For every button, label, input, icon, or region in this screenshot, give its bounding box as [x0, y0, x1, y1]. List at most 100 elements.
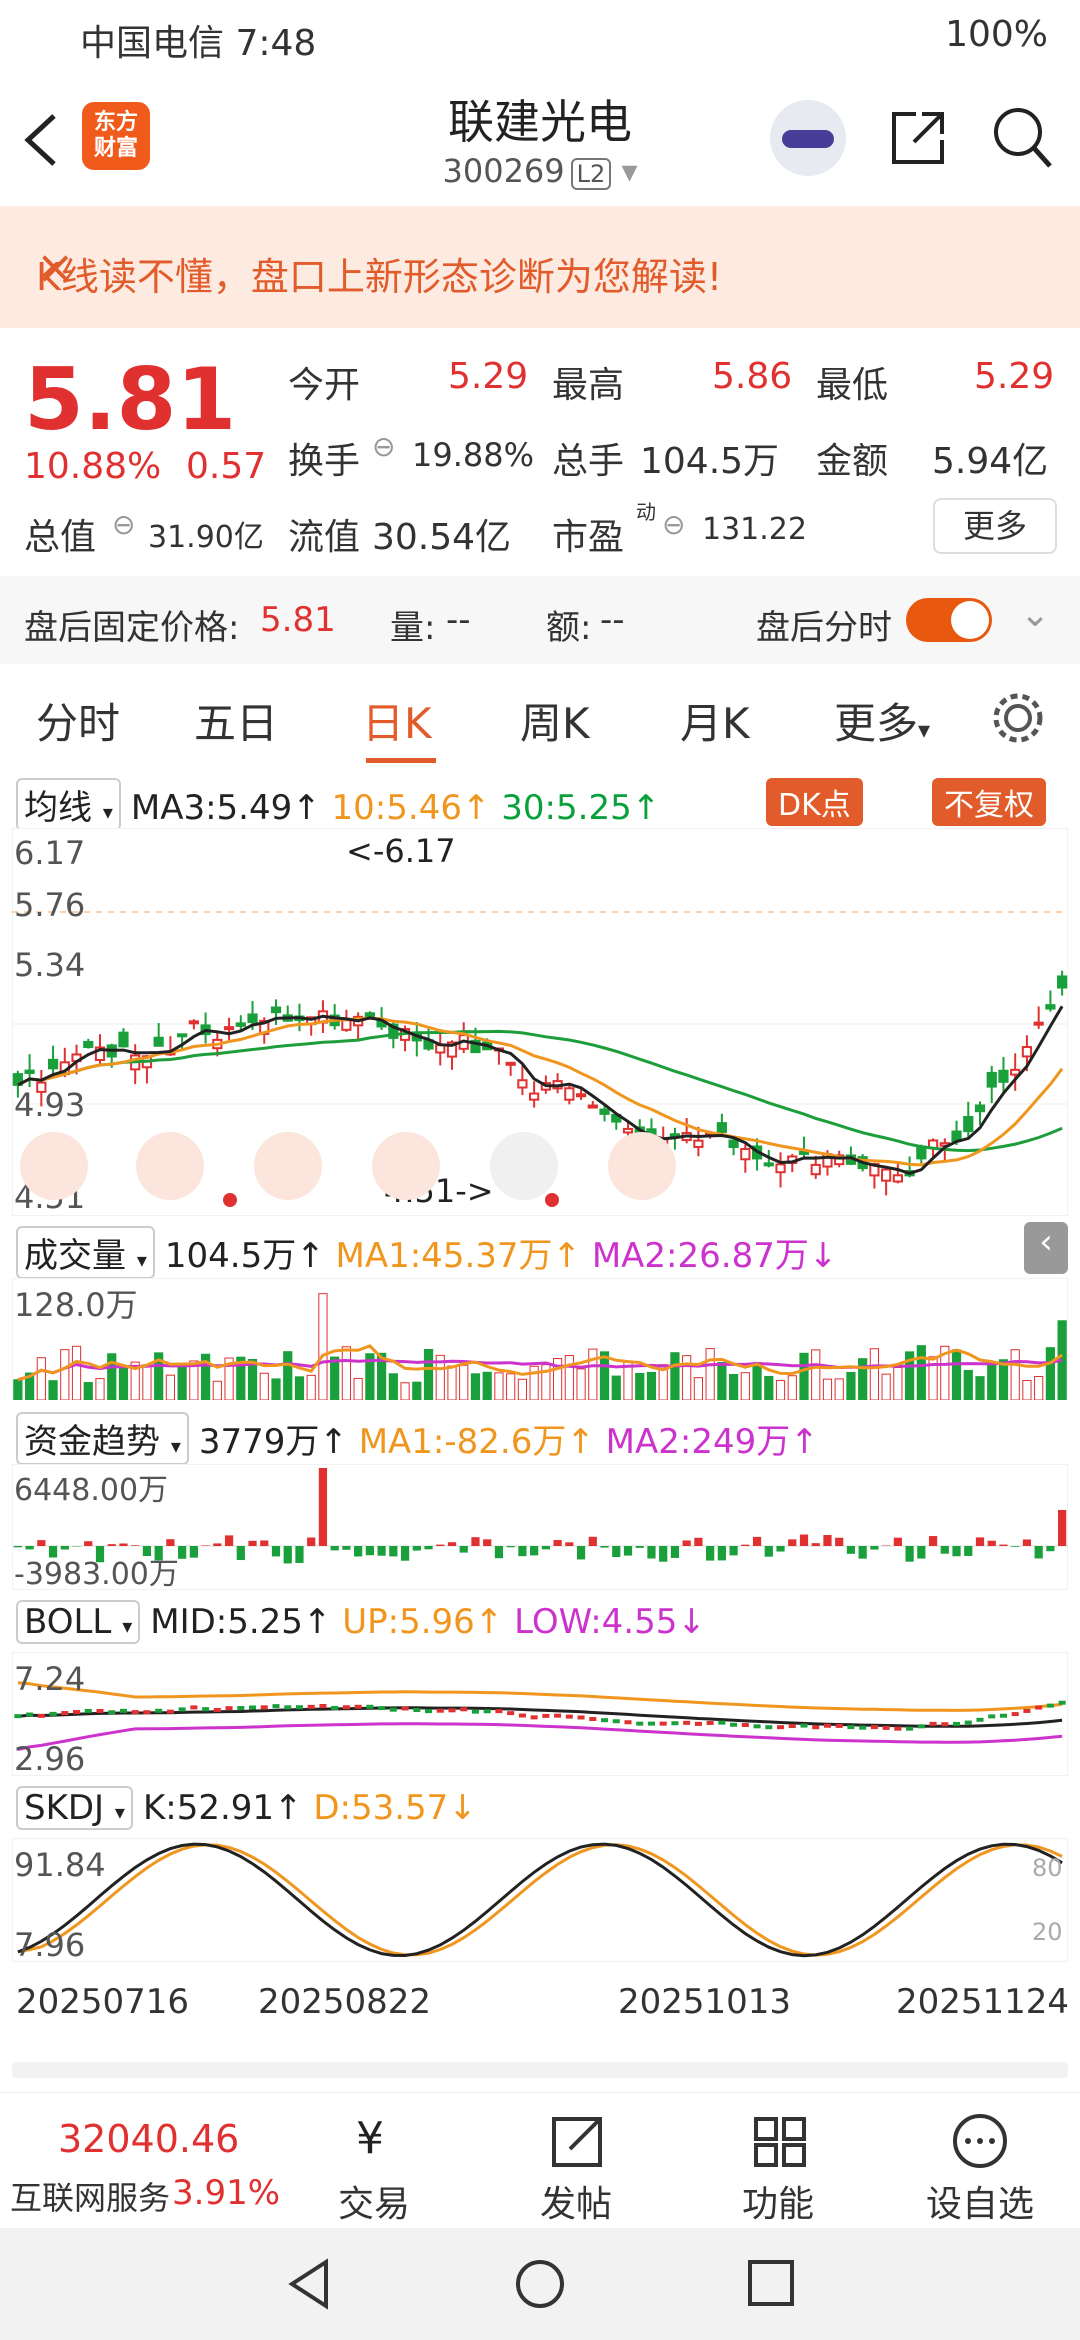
afterhours-toggle[interactable] [906, 598, 992, 642]
skdj-selector[interactable]: SKDJ ▾ [16, 1786, 133, 1830]
capflow-bar [119, 1543, 128, 1546]
capflow-bar [893, 1537, 902, 1546]
skdj-ref-20: 20 [1032, 1918, 1063, 1946]
dk-point-button[interactable]: DK点 [766, 778, 863, 826]
adjust-button[interactable]: 不复权 [932, 778, 1046, 826]
capflow-bar [706, 1546, 715, 1561]
capflow-bar [846, 1546, 856, 1554]
trade-icon[interactable]: ¥ [340, 2113, 400, 2169]
volume-chart[interactable]: 128.0万 [12, 1278, 1068, 1400]
tab-yuek[interactable]: 月K [680, 690, 750, 751]
add-watchlist-button[interactable]: 设自选 [926, 2175, 1034, 2227]
capflow-bar [788, 1539, 797, 1546]
nav-recents-icon[interactable] [746, 2258, 796, 2310]
info-icon[interactable]: ⊖ [372, 430, 395, 463]
collapse-icon[interactable]: ‹ [1024, 1222, 1068, 1274]
chevron-down-icon[interactable]: ⌄ [1020, 594, 1050, 635]
boll-candle [683, 1720, 691, 1725]
capflow-selector[interactable]: 资金趋势 ▾ [16, 1412, 189, 1465]
post-button[interactable]: 发帖 [540, 2175, 612, 2227]
volume-bar [388, 1373, 398, 1400]
capflow-bar [964, 1546, 973, 1556]
watchlist-icon[interactable] [950, 2111, 1010, 2171]
boll-low: LOW:4.55 [514, 1602, 678, 1642]
trade-button[interactable]: 交易 [338, 2175, 410, 2227]
function-icon[interactable] [750, 2113, 810, 2169]
boll-candle [1011, 1712, 1019, 1717]
tab-fenshi[interactable]: 分时 [36, 690, 120, 751]
nav-back-icon[interactable] [284, 2258, 334, 2310]
high-value: 5.86 [712, 356, 793, 397]
boll-selector[interactable]: BOLL ▾ [16, 1600, 141, 1644]
tab-zhouk[interactable]: 周K [520, 690, 590, 751]
close-icon[interactable]: × [36, 240, 1040, 294]
info-icon[interactable]: ⊖ [112, 508, 135, 541]
next-icon[interactable] [490, 1132, 558, 1200]
capflow-bar [84, 1541, 93, 1546]
capflow-chart[interactable]: 6448.00万 -3983.00万 [12, 1464, 1068, 1590]
afterhours-vol-label: 量: [390, 608, 436, 648]
capflow-bar [952, 1546, 961, 1557]
kline-chart[interactable]: 6.17 5.76 5.34 4.93 4.51 <-6.17 4.51-> [12, 828, 1068, 1216]
candle-body [763, 1162, 774, 1167]
volume-selector[interactable]: 成交量 ▾ [16, 1226, 155, 1279]
low-label: 最低 [816, 365, 889, 406]
range-scrollbar[interactable] [12, 2062, 1068, 2078]
skdj-ref-80: 80 [1032, 1854, 1063, 1882]
boll-candle [61, 1711, 69, 1716]
boll-candle [495, 1709, 503, 1714]
boll-candle [401, 1706, 409, 1711]
volume-bar [951, 1349, 962, 1400]
robot-avatar-icon[interactable] [770, 100, 846, 176]
volume-bar [118, 1365, 129, 1400]
boll-candle [108, 1710, 116, 1715]
volume-bar [799, 1352, 809, 1400]
fullscreen-icon[interactable] [608, 1132, 676, 1200]
promo-banner[interactable]: K线读不懂，盘口上新形态诊断为您解读! × [0, 206, 1080, 328]
capflow-bar [1034, 1546, 1043, 1559]
date-2: 20250822 [258, 1982, 432, 2022]
sector-name[interactable]: 互联网服务 [10, 2173, 170, 2219]
search-icon[interactable] [990, 104, 1054, 170]
tab-rik[interactable]: 日K [362, 690, 432, 751]
boll-candle [272, 1704, 280, 1709]
boll-chart[interactable]: 7.24 2.96 [12, 1652, 1068, 1776]
capflow-bar [682, 1540, 691, 1546]
index-value[interactable]: 32040.46 [58, 2117, 239, 2161]
boll-candle [589, 1717, 597, 1722]
volume-bar [306, 1374, 316, 1400]
boll-candle [354, 1704, 362, 1709]
ma-selector[interactable]: 均线 ▾ [16, 778, 121, 831]
zoom-in-icon[interactable] [254, 1132, 322, 1200]
tab-wuri[interactable]: 五日 [194, 690, 278, 751]
skdj-chart[interactable]: 91.84 7.96 80 20 [12, 1838, 1068, 1962]
info-icon[interactable]: ⊖ [662, 508, 685, 541]
tab-more[interactable]: 更多▾ [834, 690, 930, 751]
volume-bar [412, 1381, 422, 1400]
prev-icon[interactable] [372, 1132, 440, 1200]
volume-bar [494, 1372, 504, 1400]
function-button[interactable]: 功能 [742, 2175, 814, 2227]
stock-code-text: 300269 [442, 152, 565, 190]
volume-bar [71, 1345, 82, 1400]
capflow-bar [189, 1546, 198, 1558]
volume-bar [36, 1357, 46, 1400]
nav-home-icon[interactable] [512, 2258, 568, 2314]
open-value: 5.29 [448, 356, 529, 397]
scroll-left-icon[interactable] [20, 1132, 88, 1200]
capflow-bar [389, 1546, 398, 1557]
boll-candle [425, 1709, 433, 1714]
price-tick-3: 5.34 [14, 946, 85, 984]
gear-icon[interactable] [990, 690, 1046, 746]
boll-candle [718, 1720, 726, 1725]
capflow-bar [1058, 1510, 1067, 1546]
more-button[interactable]: 更多 [933, 498, 1057, 554]
volume-bar [646, 1371, 657, 1400]
boll-candle [788, 1724, 796, 1729]
zoom-out-icon[interactable] [136, 1132, 204, 1200]
volume-bar [775, 1380, 786, 1400]
candle-body [1010, 1068, 1021, 1076]
afterhours-amt: -- [600, 600, 625, 640]
share-icon[interactable] [886, 106, 950, 170]
post-icon[interactable] [548, 2113, 608, 2169]
